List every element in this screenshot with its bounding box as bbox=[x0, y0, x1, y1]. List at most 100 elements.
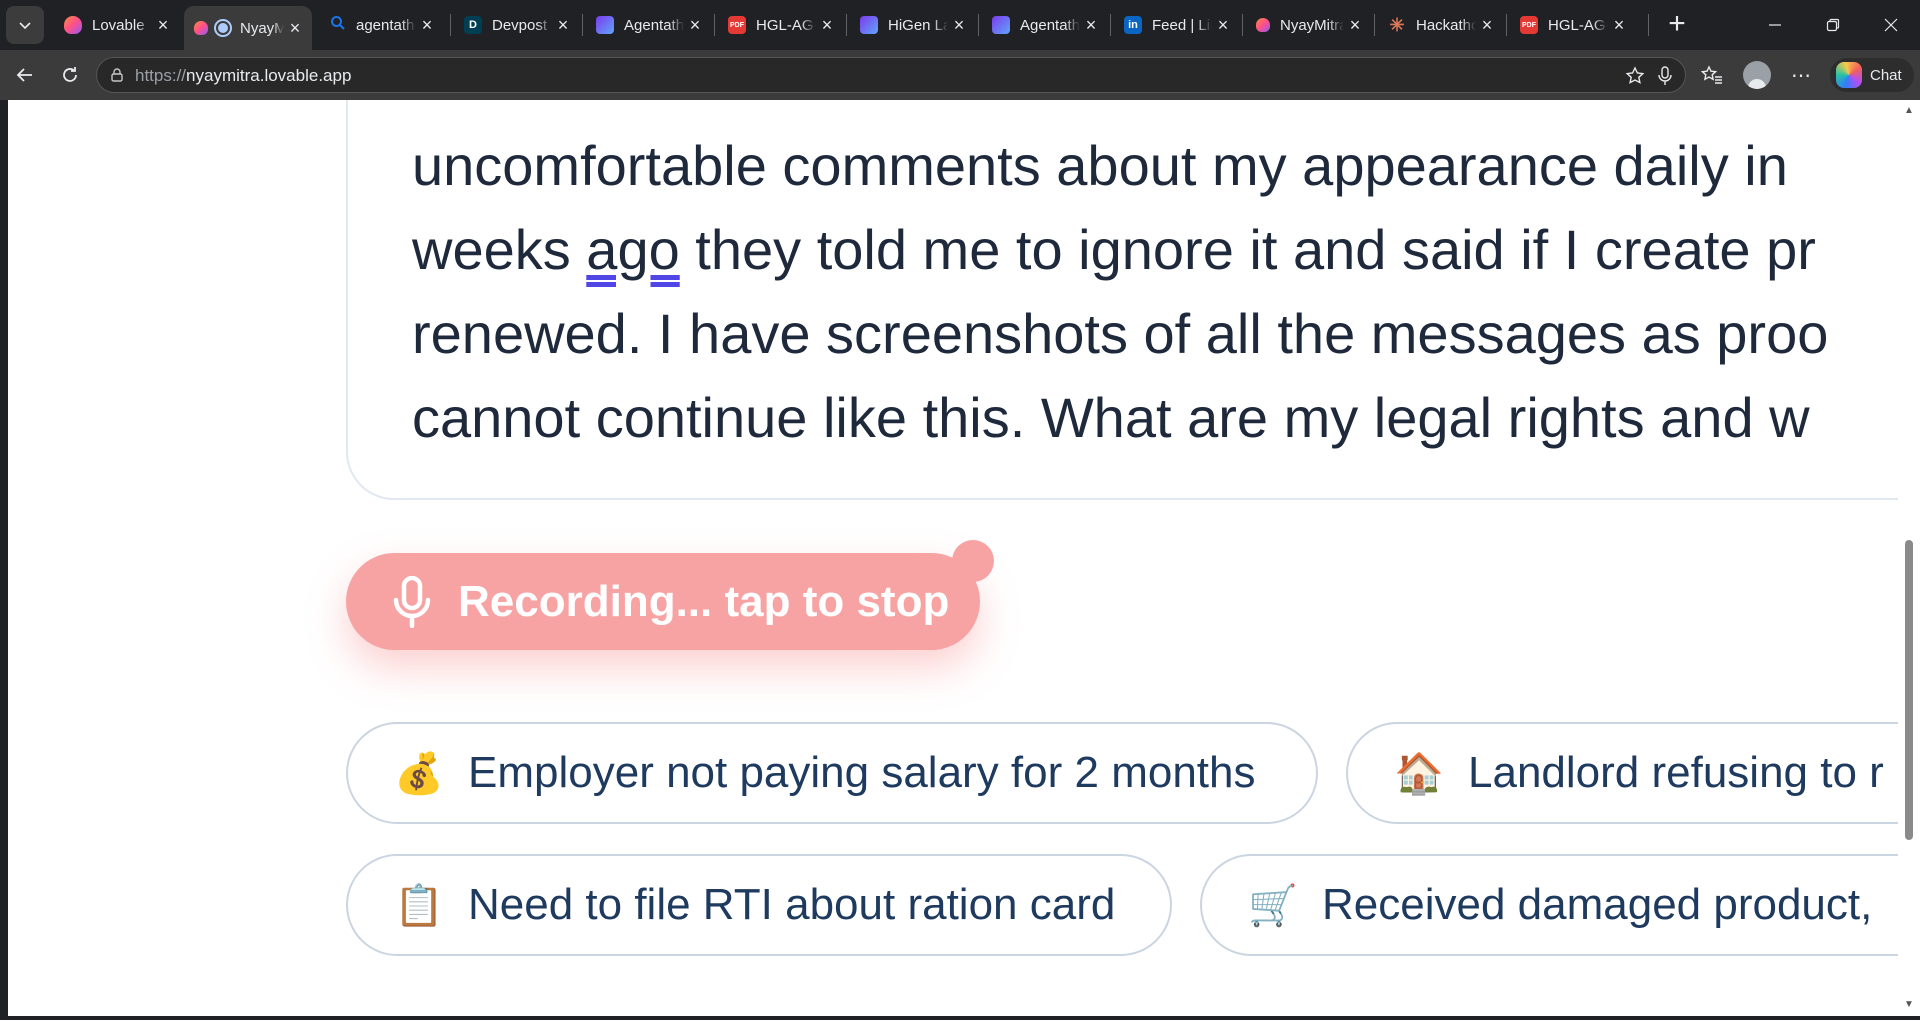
tab-higen-labs[interactable]: HiGen Labs × bbox=[848, 8, 976, 42]
tab-divider bbox=[450, 14, 451, 36]
tab-title: Agentathon bbox=[624, 16, 684, 34]
close-icon[interactable]: × bbox=[1080, 15, 1102, 36]
new-tab-plus-icon[interactable]: + bbox=[1660, 8, 1694, 42]
complaint-line: weeks ago they told me to ignore it and … bbox=[412, 208, 1898, 292]
close-icon[interactable]: × bbox=[152, 15, 174, 36]
tab-title: NyayMitra bbox=[1280, 16, 1344, 34]
close-icon[interactable]: × bbox=[416, 15, 438, 36]
chat-label: Chat bbox=[1870, 66, 1902, 84]
tab-hgl-pdf-2[interactable]: PDF HGL-AG- × bbox=[1508, 8, 1636, 42]
tab-devpost[interactable]: D Devpost × bbox=[452, 8, 580, 42]
tab-divider bbox=[714, 14, 715, 36]
suggestion-text: Need to file RTI about ration card bbox=[468, 880, 1116, 929]
microphone-icon[interactable] bbox=[1657, 66, 1673, 91]
recording-indicator-icon bbox=[214, 19, 232, 37]
scroll-down-arrow-icon[interactable]: ▼ bbox=[1904, 1000, 1914, 1010]
suggestion-chip-landlord[interactable]: 🏠 Landlord refusing to r bbox=[1346, 722, 1898, 824]
page-scrollbar[interactable]: ▲ ▼ bbox=[1898, 100, 1920, 1016]
lovable-heart-icon bbox=[1256, 18, 1270, 32]
tab-hgl-pdf[interactable]: PDF HGL-AG- × bbox=[716, 8, 844, 42]
close-icon[interactable]: × bbox=[948, 15, 970, 36]
tab-agentathon-search[interactable]: agentathon × bbox=[318, 8, 444, 42]
browser-toolbar: https://nyaymitra.lovable.app ⋯ Chat bbox=[0, 50, 1920, 100]
page-viewport: uncomfortable comments about my appearan… bbox=[8, 100, 1898, 1016]
complaint-textarea[interactable]: uncomfortable comments about my appearan… bbox=[346, 100, 1898, 500]
complaint-line: renewed. I have screenshots of all the m… bbox=[412, 302, 1829, 365]
chevron-down-icon bbox=[19, 22, 31, 30]
close-icon[interactable]: × bbox=[1344, 15, 1366, 36]
minimize-icon[interactable] bbox=[1752, 6, 1798, 44]
tab-divider bbox=[978, 14, 979, 36]
tab-title: Hackathon bbox=[1416, 16, 1476, 34]
tab-divider bbox=[1242, 14, 1243, 36]
tab-title: Lovable bbox=[92, 16, 145, 34]
microphone-icon bbox=[393, 575, 431, 628]
tab-nyaymitra-2[interactable]: NyayMitra × bbox=[1244, 8, 1372, 42]
back-arrow-icon[interactable] bbox=[10, 60, 40, 90]
close-icon[interactable]: × bbox=[1608, 15, 1630, 36]
close-icon[interactable]: × bbox=[684, 15, 706, 36]
tab-agentathon-2[interactable]: Agentathon × bbox=[980, 8, 1108, 42]
scroll-up-arrow-icon[interactable]: ▲ bbox=[1904, 106, 1914, 116]
more-options-icon[interactable]: ⋯ bbox=[1786, 60, 1816, 90]
refresh-icon[interactable] bbox=[55, 60, 85, 90]
lovable-heart-icon bbox=[64, 16, 82, 34]
pdf-icon: PDF bbox=[1520, 16, 1538, 34]
money-bag-icon: 💰 bbox=[394, 751, 444, 796]
tab-title: Feed | LinkedIn bbox=[1152, 16, 1212, 34]
url-protocol: https:// bbox=[135, 66, 187, 85]
tab-agentathon[interactable]: Agentathon × bbox=[584, 8, 712, 42]
tab-hackathon[interactable]: ✳ Hackathon × bbox=[1376, 8, 1504, 42]
tab-title: HiGen Labs bbox=[888, 16, 948, 34]
house-icon: 🏠 bbox=[1394, 751, 1444, 796]
higen-logo-icon bbox=[860, 16, 878, 34]
url-host: nyaymitra.lovable.app bbox=[186, 66, 352, 85]
scrollbar-thumb[interactable] bbox=[1905, 540, 1913, 840]
tab-strip: Lovable × NyayMitra × agentathon × D Dev… bbox=[0, 0, 1920, 50]
close-icon[interactable]: × bbox=[1212, 15, 1234, 36]
suggestion-chip-damaged-product[interactable]: 🛒 Received damaged product, bbox=[1200, 854, 1898, 956]
close-icon[interactable]: × bbox=[552, 15, 574, 36]
tab-title: HGL-AG- bbox=[756, 16, 816, 34]
address-bar[interactable]: https://nyaymitra.lovable.app bbox=[96, 57, 1686, 93]
tab-linkedin[interactable]: in Feed | LinkedIn × bbox=[1112, 8, 1240, 42]
url-text: https://nyaymitra.lovable.app bbox=[135, 66, 351, 86]
copilot-chat-button[interactable]: Chat bbox=[1830, 58, 1914, 92]
tab-divider bbox=[846, 14, 847, 36]
tab-search-button[interactable] bbox=[6, 6, 44, 44]
pdf-icon: PDF bbox=[728, 16, 746, 34]
complaint-line: cannot continue like this. What are my l… bbox=[412, 386, 1810, 449]
devpost-logo-icon: D bbox=[464, 16, 482, 34]
higen-logo-icon bbox=[596, 16, 614, 34]
suggestion-text: Landlord refusing to r bbox=[1468, 748, 1884, 797]
tab-title: agentathon bbox=[356, 16, 416, 34]
close-icon[interactable]: × bbox=[284, 18, 306, 39]
claude-star-icon: ✳ bbox=[1389, 14, 1405, 35]
complaint-line-prefix: weeks bbox=[412, 218, 587, 281]
suggestion-chip-rti[interactable]: 📋 Need to file RTI about ration card bbox=[346, 854, 1172, 956]
tab-title: NyayMitra bbox=[240, 19, 284, 37]
spellcheck-flagged-word[interactable]: ago bbox=[586, 218, 679, 281]
tab-divider bbox=[582, 14, 583, 36]
lovable-heart-icon bbox=[194, 21, 208, 35]
tab-title: Agentathon bbox=[1020, 16, 1080, 34]
tab-divider bbox=[1648, 14, 1649, 36]
suggestion-chip-salary[interactable]: 💰 Employer not paying salary for 2 month… bbox=[346, 722, 1318, 824]
close-icon[interactable]: × bbox=[1476, 15, 1498, 36]
close-icon[interactable]: × bbox=[816, 15, 838, 36]
complaint-line-body: they told me to ignore it and said if I … bbox=[695, 218, 1816, 281]
linkedin-icon: in bbox=[1124, 16, 1142, 34]
star-favorite-icon[interactable] bbox=[1625, 66, 1645, 91]
tab-divider bbox=[1374, 14, 1375, 36]
restore-icon[interactable] bbox=[1810, 6, 1856, 44]
search-icon bbox=[330, 15, 346, 35]
profile-avatar[interactable] bbox=[1742, 60, 1772, 90]
site-info-lock-icon[interactable] bbox=[109, 67, 125, 88]
favorites-icon[interactable] bbox=[1697, 60, 1727, 90]
stop-recording-button[interactable]: Recording... tap to stop bbox=[346, 553, 980, 650]
window-close-icon[interactable] bbox=[1868, 6, 1914, 44]
tab-lovable[interactable]: Lovable × bbox=[52, 8, 180, 42]
tab-title: Devpost bbox=[492, 16, 548, 34]
tab-divider bbox=[1506, 14, 1507, 36]
tab-nyaymitra-active[interactable]: NyayMitra × bbox=[184, 6, 312, 50]
